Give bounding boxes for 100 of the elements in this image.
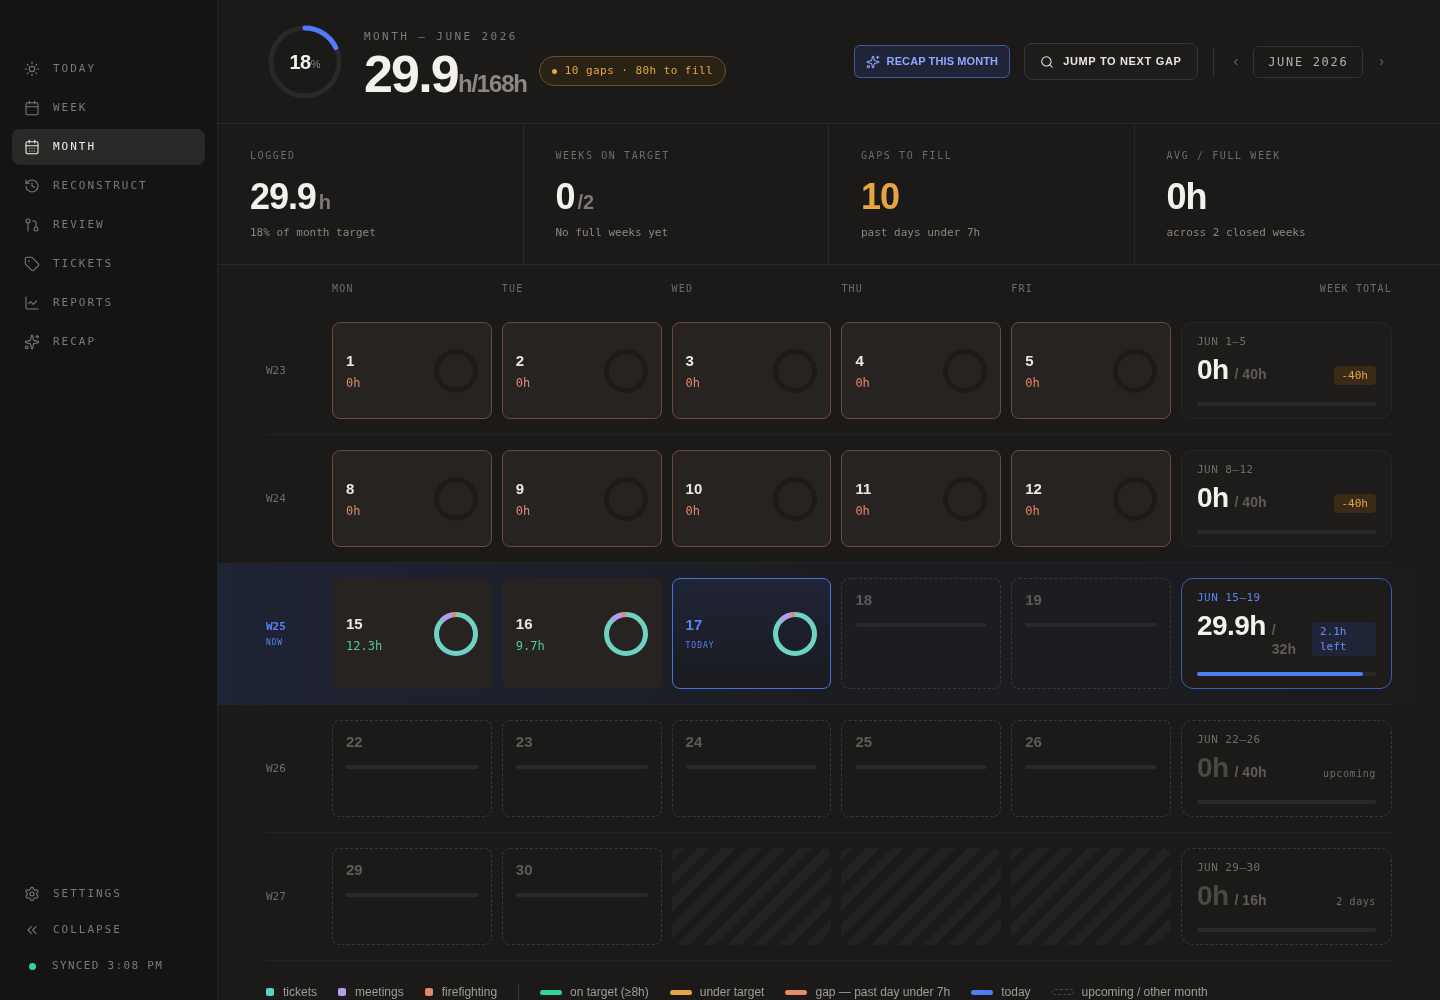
column-header: WED [671,282,695,296]
stat-label: AVG / FULL WEEK [1166,149,1282,163]
tag-icon [24,256,40,272]
day-number: 18 [855,590,874,610]
nav-item[interactable]: MONTH [12,129,205,165]
nav-item[interactable]: RECAP [12,324,205,360]
day-hours: 0h [855,374,870,391]
day-number: 5 [1025,350,1035,371]
legend-label: upcoming / other month [1081,985,1208,999]
day-card[interactable]: 4 0h [841,322,1002,419]
stat-label: LOGGED [250,149,297,163]
nav-item[interactable]: TICKETS [12,246,205,282]
day-card[interactable]: 18 [841,578,1002,689]
week-note: upcoming [1323,767,1376,781]
day-number: 19 [1025,590,1043,610]
nav-item[interactable]: WEEK [12,90,205,126]
collapse-button[interactable]: COLLAPSE [12,912,205,948]
gaps-summary: 10 gaps · 80h to fill [564,62,714,79]
day-hours: 0h [1025,374,1040,391]
branch-icon [24,217,40,233]
day-card[interactable]: 12 0h [1011,450,1171,547]
week-number: W26 [266,761,287,776]
day-number: 25 [855,732,874,752]
day-hours: 0h [855,502,871,519]
column-header: THU [841,282,865,296]
jump-button[interactable]: JUMP TO NEXT GAP [1024,43,1198,80]
day-hours: 0h [515,374,531,391]
history-icon [24,178,40,194]
legend-label: on target (≥8h) [570,985,649,999]
day-card[interactable]: 26 [1011,720,1171,817]
settings-button[interactable]: SETTINGS [12,876,205,912]
day-hours: 12.3h [346,637,383,654]
week-number: W24 [266,491,287,506]
today-card[interactable]: 17 TODAY [671,578,832,689]
legend-label: tickets [283,985,317,999]
ring-percent-value: 18 [289,49,311,74]
day-number: 12 [1025,478,1042,499]
day-card[interactable]: 3 0h [671,322,832,419]
day-card[interactable]: 16 9.7h [501,578,662,689]
week-note: 2 days [1336,895,1376,909]
remaining-hours-tag: -40h [1333,366,1376,385]
day-card[interactable]: 23 [501,720,662,817]
stat-value: 29.9 [250,178,316,216]
day-card[interactable]: 29 [332,848,492,945]
day-card[interactable]: 5 0h [1011,322,1171,419]
day-number: 2 [515,350,526,371]
week-target: / 40h [1234,365,1267,384]
recap-button[interactable]: RECAP THIS MONTH [853,45,1011,78]
stat-unit: /2 [577,190,595,214]
day-number: 8 [346,478,356,499]
previous-month-button[interactable]: ‹ [1229,51,1243,72]
next-month-button[interactable]: › [1375,51,1388,72]
calendar-icon [24,100,40,116]
day-card[interactable]: 8 0h [332,450,492,547]
stat-unit: h [318,190,331,214]
day-number: 17 [685,614,704,635]
today-label: TODAY [685,639,715,652]
nav-item[interactable]: REVIEW [12,207,205,243]
day-card[interactable]: 25 [841,720,1002,817]
week-range: JUN 29–30 [1197,861,1262,875]
day-card[interactable]: 22 [332,720,492,817]
day-hours: 0h [346,502,361,519]
legend-label: gap — past day under 7h [815,985,951,999]
percent-sign: % [310,57,321,71]
day-card[interactable]: 30 [501,848,662,945]
column-header: TUE [501,282,525,296]
line-chart-icon [24,295,40,311]
day-card[interactable]: 15 12.3h [332,578,492,689]
day-number: 15 [346,613,364,634]
stat-value: 0h [1166,178,1207,216]
month-target-hours: h/168h [457,70,527,98]
nav-item[interactable]: REPORTS [12,285,205,321]
nav-item[interactable]: RECONSTRUCT [12,168,205,204]
day-card[interactable]: 9 0h [501,450,662,547]
day-card[interactable]: 10 0h [671,450,832,547]
column-header: FRI [1011,282,1034,296]
day-number: 4 [855,350,865,371]
day-hours: 9.7h [515,637,545,654]
day-hours: 0h [685,374,701,391]
search-icon [1040,54,1055,69]
day-card[interactable]: 19 [1011,578,1171,689]
now-label: NOW [266,637,284,648]
legend-label: today [1001,985,1031,999]
day-number: 10 [685,478,703,499]
day-number: 9 [515,478,526,499]
stat-note: past days under 7h [861,226,982,240]
day-number: 23 [515,732,534,752]
week-hours: 0h [1197,483,1229,513]
sun-icon [24,61,40,77]
day-card[interactable]: 2 0h [501,322,662,419]
day-card[interactable]: 1 0h [332,322,492,419]
day-card[interactable]: 24 [671,720,832,817]
remaining-hours-tag: -40h [1333,494,1376,513]
day-card[interactable]: 11 0h [841,450,1002,547]
column-header: MON [332,282,355,296]
day-number: 3 [685,350,695,371]
nav-item[interactable]: TODAY [12,51,205,87]
stat-note: No full weeks yet [555,226,670,240]
week-range: JUN 22–26 [1197,733,1262,747]
day-hours: 0h [1025,502,1041,519]
